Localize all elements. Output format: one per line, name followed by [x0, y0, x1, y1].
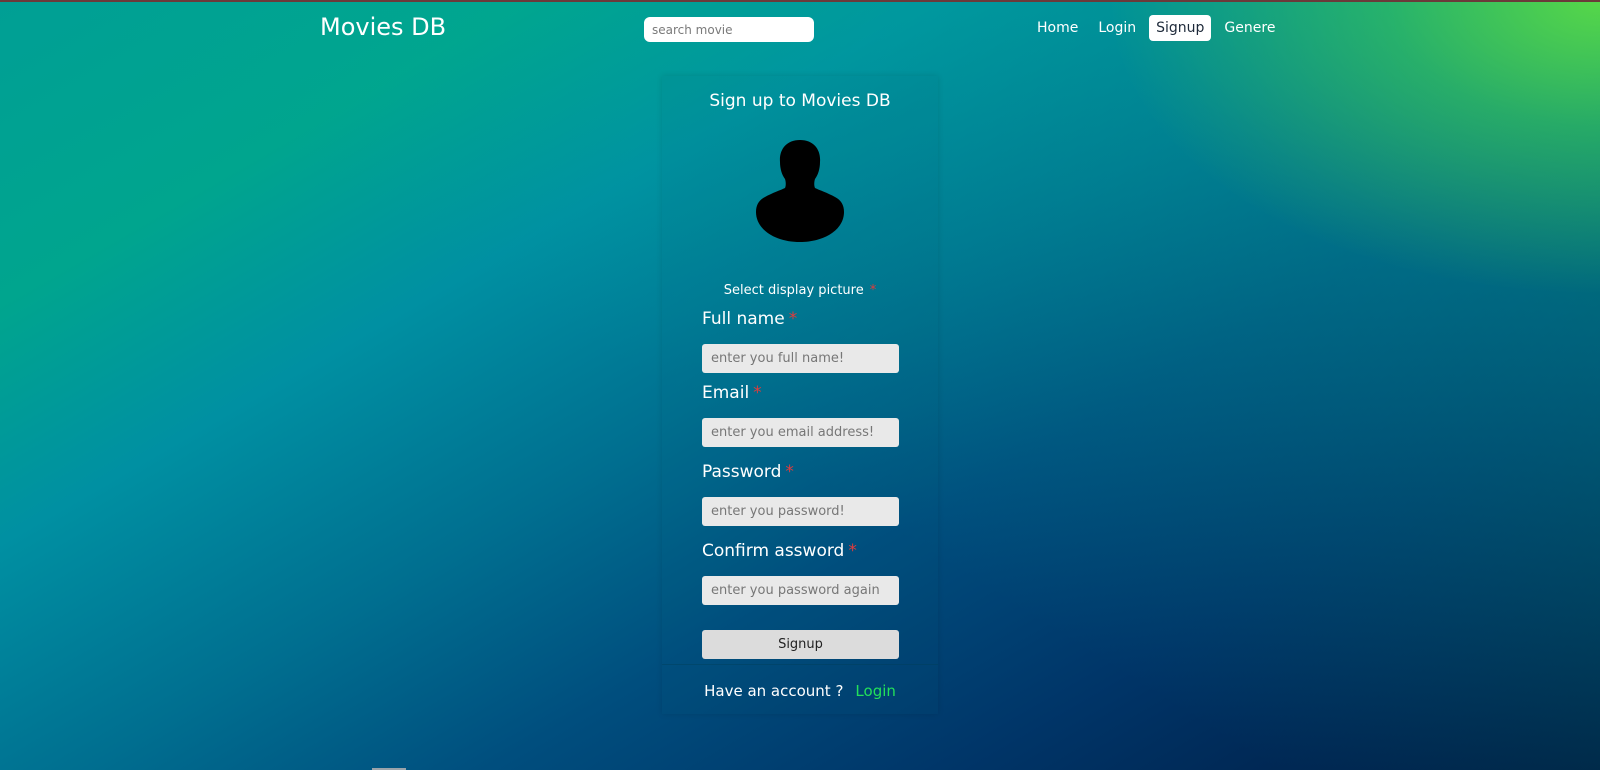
- main-nav: Home Login Signup Genere: [1030, 15, 1282, 41]
- nav-genere[interactable]: Genere: [1217, 15, 1282, 41]
- confirm-password-label: Confirm assword *: [702, 541, 857, 561]
- required-marker: *: [788, 309, 798, 329]
- required-marker: *: [848, 541, 857, 561]
- nav-signup[interactable]: Signup: [1149, 15, 1212, 41]
- full-name-label-text: Full name: [702, 309, 785, 329]
- required-marker: *: [785, 462, 794, 482]
- required-marker: *: [753, 383, 762, 403]
- select-picture-label[interactable]: Select display picture *: [662, 283, 938, 298]
- password-input[interactable]: [702, 497, 899, 526]
- full-name-label: Full name *: [702, 309, 797, 329]
- search-input[interactable]: [644, 17, 814, 42]
- confirm-password-input[interactable]: [702, 576, 899, 605]
- nav-login[interactable]: Login: [1091, 15, 1143, 41]
- card-divider: [662, 664, 938, 665]
- email-label: Email *: [702, 383, 762, 403]
- have-account-row: Have an account ? Login: [662, 682, 938, 700]
- signup-title: Sign up to Movies DB: [709, 91, 891, 111]
- window-top-border: [0, 0, 1600, 2]
- select-picture-text: Select display picture: [723, 283, 864, 298]
- email-label-text: Email: [702, 383, 750, 403]
- signup-button[interactable]: Signup: [702, 630, 899, 659]
- signup-card: Sign up to Movies DB Select display pict…: [662, 76, 938, 714]
- login-link[interactable]: Login: [855, 682, 895, 700]
- password-label: Password *: [702, 462, 794, 482]
- brand-logo[interactable]: Movies DB: [320, 13, 446, 41]
- required-marker: *: [869, 283, 877, 298]
- nav-home[interactable]: Home: [1030, 15, 1085, 41]
- full-name-input[interactable]: [702, 344, 899, 373]
- email-input[interactable]: [702, 418, 899, 447]
- confirm-password-label-text: Confirm assword: [702, 541, 845, 561]
- password-label-text: Password: [702, 462, 782, 482]
- user-silhouette-icon[interactable]: [756, 138, 844, 242]
- have-account-text: Have an account ?: [704, 682, 844, 700]
